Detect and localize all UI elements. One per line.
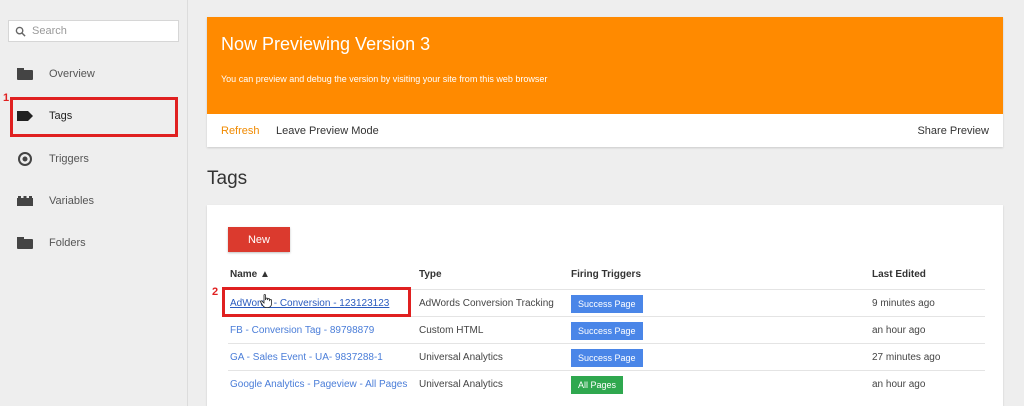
sidebar-item-label: Folders <box>49 237 86 249</box>
last-edited: 9 minutes ago <box>872 298 935 309</box>
column-header-name[interactable]: Name ▲ <box>230 269 270 280</box>
tag-type: Universal Analytics <box>419 379 503 390</box>
sidebar-item-label: Triggers <box>49 153 89 165</box>
trigger-badge[interactable]: Success Page <box>571 322 643 340</box>
column-header-last-edited[interactable]: Last Edited <box>872 269 926 280</box>
tag-type: Universal Analytics <box>419 352 503 363</box>
search-icon <box>15 26 26 37</box>
trigger-badge[interactable]: All Pages <box>571 376 624 394</box>
preview-subtitle: You can preview and debug the version by… <box>221 74 548 84</box>
sort-ascending-icon: ▲ <box>260 269 270 280</box>
search-placeholder: Search <box>32 25 67 37</box>
leave-preview-link[interactable]: Leave Preview Mode <box>276 125 379 137</box>
tag-name-link[interactable]: GA - Sales Event - UA- 9837288-1 <box>230 352 383 363</box>
last-edited: an hour ago <box>872 379 926 390</box>
search-input[interactable]: Search <box>8 20 179 42</box>
sidebar-item-triggers[interactable]: Triggers <box>0 144 188 174</box>
highlight-box-tags <box>10 97 178 137</box>
preview-title: Now Previewing Version 3 <box>221 34 431 54</box>
trigger-badge[interactable]: Success Page <box>571 349 643 367</box>
trigger-badge[interactable]: Success Page <box>571 295 643 313</box>
step-1-marker: 1 <box>3 92 10 104</box>
new-tag-button[interactable]: New <box>228 227 290 252</box>
sidebar: Search Overview Tags Triggers Variables … <box>0 0 188 406</box>
highlight-box-first-tag <box>222 287 411 317</box>
variables-icon <box>16 194 34 208</box>
refresh-link[interactable]: Refresh <box>221 125 260 137</box>
hand-cursor-icon <box>260 294 272 308</box>
trigger-icon <box>16 152 34 166</box>
preview-header: Now Previewing Version 3 You can preview… <box>207 17 1003 114</box>
tag-type: Custom HTML <box>419 325 484 336</box>
table-row[interactable]: GA - Sales Event - UA- 9837288-1 Univers… <box>228 343 985 370</box>
preview-actions: Refresh Leave Preview Mode Share Preview <box>207 114 1003 147</box>
sidebar-item-label: Overview <box>49 68 95 80</box>
table-row[interactable]: FB - Conversion Tag - 89798879 Custom HT… <box>228 316 985 343</box>
tag-name-link[interactable]: Google Analytics - Pageview - All Pages <box>230 379 407 390</box>
folder-icon <box>16 67 34 81</box>
preview-banner: Now Previewing Version 3 You can preview… <box>207 17 1003 147</box>
sidebar-item-variables[interactable]: Variables <box>0 186 188 216</box>
share-preview-link[interactable]: Share Preview <box>917 125 989 137</box>
column-header-triggers[interactable]: Firing Triggers <box>571 269 641 280</box>
sidebar-item-folders[interactable]: Folders <box>0 228 188 258</box>
sidebar-item-label: Variables <box>49 195 95 207</box>
page-title: Tags <box>207 168 248 189</box>
sidebar-item-overview[interactable]: Overview <box>0 59 188 89</box>
table-row[interactable]: Google Analytics - Pageview - All Pages … <box>228 370 985 397</box>
last-edited: an hour ago <box>872 325 926 336</box>
tag-type: AdWords Conversion Tracking <box>419 298 554 309</box>
folder-icon <box>16 236 34 250</box>
last-edited: 27 minutes ago <box>872 352 941 363</box>
column-header-type[interactable]: Type <box>419 269 442 280</box>
step-2-marker: 2 <box>212 286 219 298</box>
tag-name-link[interactable]: FB - Conversion Tag - 89798879 <box>230 325 374 336</box>
